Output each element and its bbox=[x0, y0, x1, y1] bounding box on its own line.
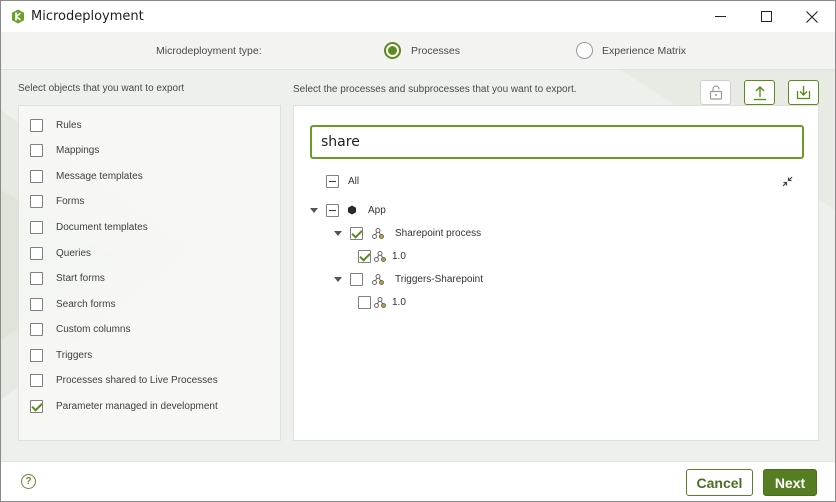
help-icon[interactable]: ? bbox=[21, 474, 36, 489]
download-icon bbox=[796, 86, 811, 100]
option-search-forms[interactable]: Search forms bbox=[30, 296, 115, 312]
checkbox-message-templates[interactable] bbox=[30, 169, 43, 183]
option-label: Forms bbox=[56, 195, 85, 207]
checkbox-triggers[interactable] bbox=[30, 348, 43, 362]
tree-label-triggers-version: 1.0 bbox=[392, 296, 406, 308]
process-version-icon bbox=[374, 250, 386, 262]
option-triggers[interactable]: Triggers bbox=[30, 347, 92, 363]
process-icon bbox=[372, 227, 384, 239]
maximize-icon bbox=[760, 11, 772, 22]
dialog-footer: ? Cancel Next bbox=[1, 461, 835, 501]
tree-label-sharepoint-process: Sharepoint process bbox=[395, 227, 482, 239]
checkbox-all[interactable] bbox=[326, 174, 339, 188]
tree-label-all: All bbox=[348, 175, 360, 187]
process-version-icon bbox=[374, 296, 386, 308]
checkbox-parameter-managed[interactable] bbox=[30, 399, 43, 413]
option-document-templates[interactable]: Document templates bbox=[30, 219, 148, 235]
objects-heading: Select objects that you want to export bbox=[18, 83, 185, 94]
checkbox-sharepoint-version[interactable] bbox=[358, 249, 371, 263]
checkbox-search-forms[interactable] bbox=[30, 297, 43, 311]
close-button[interactable] bbox=[789, 1, 835, 32]
checkbox-mappings[interactable] bbox=[30, 143, 43, 157]
checkbox-queries[interactable] bbox=[30, 246, 43, 260]
option-label: Parameter managed in development bbox=[56, 400, 218, 412]
microdeployment-type-label: Microdeployment type: bbox=[156, 45, 262, 57]
radio-processes[interactable] bbox=[384, 42, 401, 59]
option-label: Search forms bbox=[56, 298, 116, 310]
app-logo-icon bbox=[12, 9, 24, 24]
expand-caret-icon[interactable] bbox=[334, 276, 342, 282]
expand-caret-icon[interactable] bbox=[334, 230, 342, 236]
checkbox-forms[interactable] bbox=[30, 194, 43, 208]
option-label: Message templates bbox=[56, 170, 143, 182]
microdeployment-type-bar: Microdeployment type: Processes Experien… bbox=[1, 32, 835, 70]
collapse-all-icon[interactable] bbox=[782, 176, 793, 187]
option-label: Document templates bbox=[56, 221, 148, 233]
upload-icon bbox=[753, 85, 766, 100]
microdeployment-dialog: Microdeployment Microdeployment type: Pr… bbox=[0, 0, 836, 502]
minimize-icon bbox=[714, 16, 726, 17]
download-button[interactable] bbox=[788, 80, 819, 105]
radio-experience-matrix-label[interactable]: Experience Matrix bbox=[602, 45, 686, 57]
tree-row-sharepoint-version[interactable]: 1.0 bbox=[358, 247, 406, 265]
title-bar: Microdeployment bbox=[1, 1, 835, 32]
tree-label-sharepoint-version: 1.0 bbox=[392, 250, 406, 262]
process-search-input[interactable] bbox=[310, 125, 804, 159]
checkbox-sharepoint-process[interactable] bbox=[350, 226, 363, 240]
next-button[interactable]: Next bbox=[763, 469, 817, 496]
process-icon bbox=[372, 273, 384, 285]
expand-caret-icon[interactable] bbox=[310, 207, 318, 213]
checkbox-document-templates[interactable] bbox=[30, 220, 43, 234]
option-label: Queries bbox=[56, 247, 92, 259]
checkbox-rules[interactable] bbox=[30, 118, 43, 132]
checkbox-start-forms[interactable] bbox=[30, 271, 43, 285]
cancel-button[interactable]: Cancel bbox=[686, 469, 753, 496]
tree-row-triggers-sharepoint[interactable]: Triggers-Sharepoint bbox=[334, 270, 483, 288]
radio-experience-matrix[interactable] bbox=[576, 42, 593, 59]
option-queries[interactable]: Queries bbox=[30, 245, 91, 261]
option-label: Triggers bbox=[56, 349, 93, 361]
upload-button[interactable] bbox=[744, 80, 775, 105]
app-hexagon-icon bbox=[348, 205, 356, 215]
tree-row-sharepoint-process[interactable]: Sharepoint process bbox=[334, 224, 481, 242]
unlock-button[interactable] bbox=[700, 80, 731, 105]
option-custom-columns[interactable]: Custom columns bbox=[30, 321, 130, 337]
radio-processes-label[interactable]: Processes bbox=[411, 45, 460, 57]
processes-panel: All App Sharepoint process bbox=[293, 105, 819, 441]
option-label: Rules bbox=[56, 119, 82, 131]
tree-label-app: App bbox=[368, 204, 386, 216]
checkbox-triggers-version[interactable] bbox=[358, 295, 371, 309]
checkbox-custom-columns[interactable] bbox=[30, 322, 43, 336]
option-label: Custom columns bbox=[56, 323, 131, 335]
option-label: Processes shared to Live Processes bbox=[56, 374, 218, 386]
option-forms[interactable]: Forms bbox=[30, 193, 84, 209]
option-message-templates[interactable]: Message templates bbox=[30, 168, 143, 184]
tree-row-all[interactable]: All bbox=[326, 172, 359, 190]
checkbox-processes-shared[interactable] bbox=[30, 373, 43, 387]
option-processes-shared[interactable]: Processes shared to Live Processes bbox=[30, 372, 218, 388]
option-parameter-managed[interactable]: Parameter managed in development bbox=[30, 398, 218, 414]
checkbox-triggers-sharepoint[interactable] bbox=[350, 272, 363, 286]
checkbox-app[interactable] bbox=[326, 203, 339, 217]
option-label: Mappings bbox=[56, 144, 100, 156]
option-label: Start forms bbox=[56, 272, 105, 284]
option-start-forms[interactable]: Start forms bbox=[30, 270, 105, 286]
tree-row-app[interactable]: App bbox=[310, 201, 386, 219]
maximize-button[interactable] bbox=[743, 1, 789, 32]
objects-panel: Rules Mappings Message templates Forms D… bbox=[18, 105, 281, 441]
option-rules[interactable]: Rules bbox=[30, 117, 82, 133]
tree-row-triggers-version[interactable]: 1.0 bbox=[358, 293, 406, 311]
close-icon bbox=[806, 10, 818, 23]
processes-heading: Select the processes and subprocesses th… bbox=[293, 84, 577, 95]
option-mappings[interactable]: Mappings bbox=[30, 142, 99, 158]
window-title: Microdeployment bbox=[31, 9, 144, 24]
tree-label-triggers-sharepoint: Triggers-Sharepoint bbox=[395, 273, 484, 285]
minimize-button[interactable] bbox=[697, 1, 743, 32]
unlock-icon bbox=[709, 85, 722, 100]
